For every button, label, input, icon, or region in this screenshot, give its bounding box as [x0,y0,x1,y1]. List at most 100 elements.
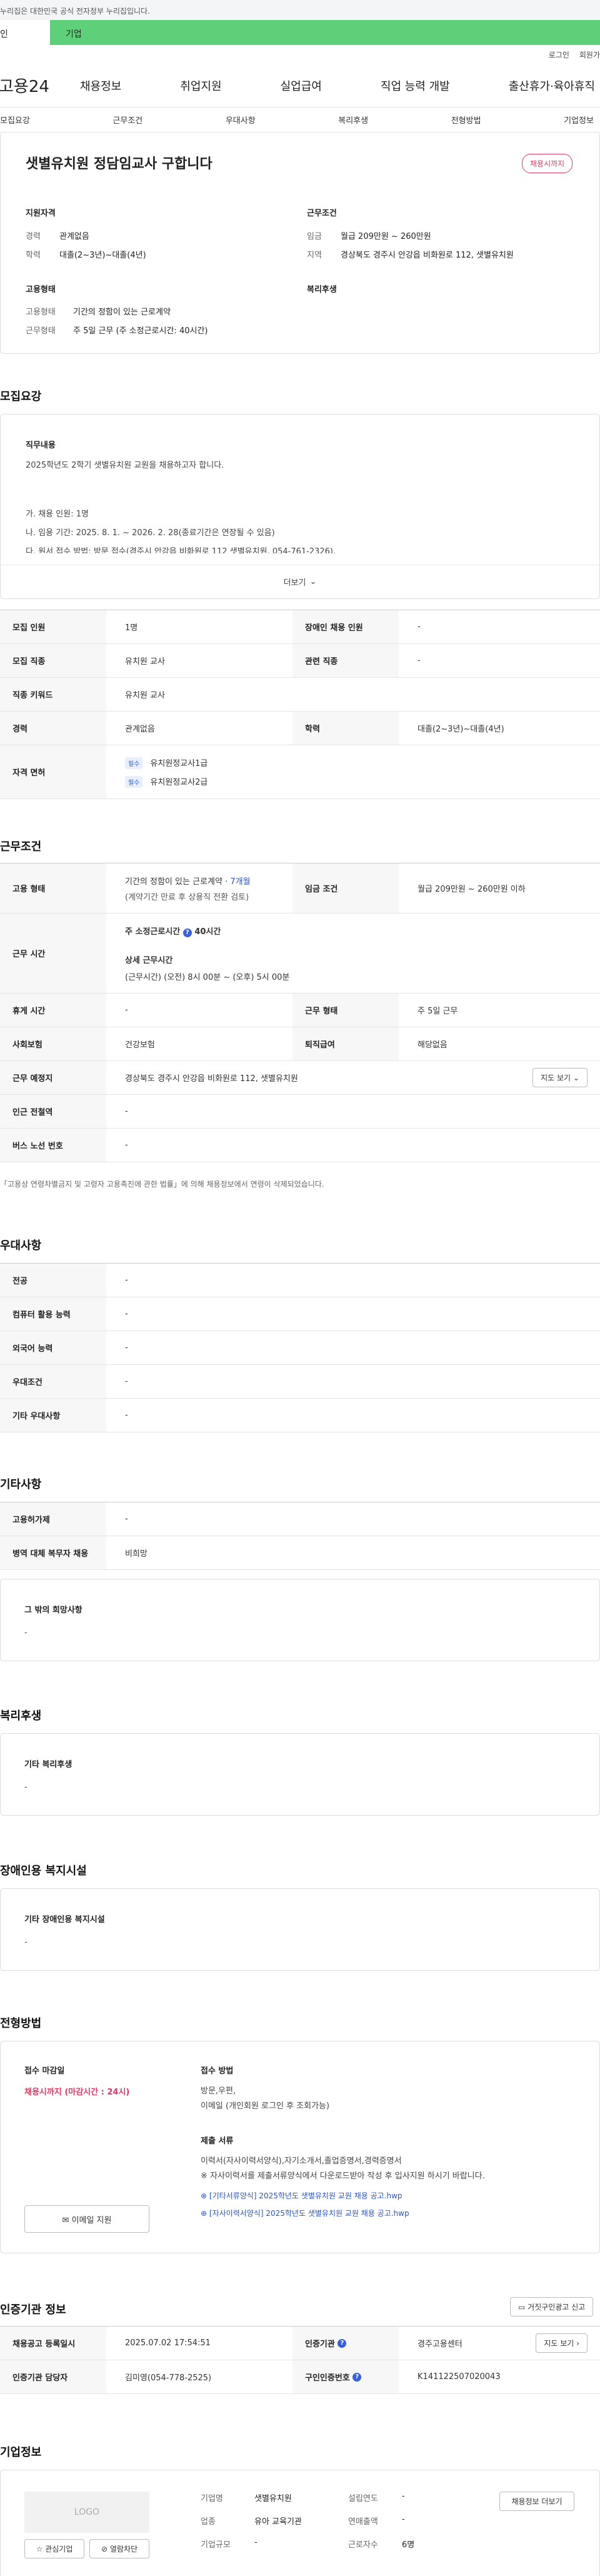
anchor-pref[interactable]: 우대사항 [226,114,256,126]
gnb-item[interactable]: 직업 능력 개발 [381,78,450,94]
info-icon[interactable]: ? [352,2372,362,2382]
welfare-key: 기타 복리후생 [24,1760,72,1769]
gnb-item[interactable]: 취업지원 [180,78,221,94]
login-link[interactable]: 로그인 [549,49,569,60]
form-value: 주 5일 근무 (주 소정근로시간: 40시간) [73,326,208,336]
download-icon: ⊕ [201,2191,208,2200]
method-value: 이메일 (개인회원 로그인 후 조회가능) [201,2101,330,2111]
tab-corp[interactable]: 기업 [50,20,600,45]
hours-value: 40시간 [194,927,221,937]
contract-period: 7개월 [230,877,251,887]
docs-key: 제출 서류 [201,2136,234,2146]
cell-key: 경력 [0,712,106,745]
company-title: 기업정보 [0,2446,42,2459]
detail-hours-value: (근무시간) (오전) 8시 00분 ~ (오후) 5시 00분 [125,972,290,982]
chevron-down-icon: ⌄ [572,1074,579,1082]
block-button[interactable]: ⊘ 열람차단 [89,2539,149,2558]
agency-map-label: 지도 보기 [544,2339,574,2348]
map-button[interactable]: 지도 보기 ⌄ [532,1068,588,1087]
cert-no-key: 구인인증번호 [305,2373,350,2383]
star-icon: ☆ [36,2545,43,2553]
global-nav: 고용24 채용정보 취업지원 실업급여 직업 능력 개발 출산휴가·육아휴직 [0,64,600,108]
pref-table: 전공 - 컴퓨터 활용 능력 - 외국어 능력 - 우대조건 - 기타 우대사항 - [0,1263,600,1432]
info-icon[interactable]: ? [182,928,192,937]
deadline-value: 채용시까지 (마감시간 : 24시) [24,2088,130,2097]
cell-value: - [418,622,421,631]
cell-value: 해당없음 [418,1040,448,1050]
more-button[interactable]: 더보기 ⌄ [1,565,599,598]
disability-value: - [24,1938,28,1947]
anchor-welfare[interactable]: 복리후생 [338,114,368,126]
info-key: 기업규모 [201,2540,231,2550]
cell-value: 관계없음 [125,725,155,734]
cell-key: 자격 면허 [0,745,106,798]
cell-key: 인증기관 담당자 [0,2360,106,2393]
cell-key: 휴게 시간 [0,994,106,1027]
more-jobs-button[interactable]: 채용정보 더보기 [499,2492,574,2511]
anchor-company[interactable]: 기업정보 [564,114,594,126]
duty-line: 나. 임용 기간: 2025. 8. 1. ~ 2026. 2. 28(종료기간… [26,528,275,538]
gnb-item[interactable]: 출산휴가·육아휴직 [509,78,595,94]
method-key: 접수 방법 [201,2066,234,2076]
cell-key: 퇴직급여 [292,1027,399,1060]
career-key: 경력 [26,232,41,241]
duty-card: 직무내용 2025학년도 2학기 샛별유치원 교원을 채용하고자 합니다. 가.… [0,414,600,599]
fav-company-button[interactable]: ☆ 관심기업 [24,2539,84,2558]
file-link-label: [기타서류양식] 2025학년도 샛별유치원 교원 채용 공고.hwp [209,2191,402,2200]
gnb-item[interactable]: 실업급여 [281,78,322,94]
info-key: 기업명 [201,2494,223,2503]
more-label: 더보기 [283,578,306,588]
welfare-box: 기타 복리후생 - [0,1733,600,1816]
file-link[interactable]: ⊕ [기타서류양식] 2025학년도 샛별유치원 교원 채용 공고.hwp [201,2190,402,2201]
disability-box: 기타 장애인용 복지시설 - [0,1888,600,1971]
agency-title: 인증기관 정보 [0,2303,66,2317]
disability-key: 기타 장애인용 복지시설 [24,1915,105,1924]
anchor-recruit[interactable]: 모집요강 [0,114,30,126]
join-link[interactable]: 회원가 [579,49,600,60]
gnb-item[interactable]: 채용정보 [80,78,121,94]
chevron-right-icon: › [576,2339,579,2348]
cell-key: 임금 조건 [292,863,399,913]
anchor-work[interactable]: 근무조건 [112,114,142,126]
map-button-label: 지도 보기 [541,1074,571,1082]
cell-value: - [125,1140,128,1150]
cell-value: - [125,1514,128,1524]
cell-key: 외국어 능력 [0,1331,106,1364]
duty-line: 2025학년도 2학기 샛별유치원 교원을 채용하고자 합니다. [26,461,224,470]
career-value: 관계없음 [59,232,89,241]
cell-key: 버스 노선 번호 [0,1129,106,1162]
pref-title: 우대사항 [0,1239,42,1252]
welfare-heading: 복리후생 [307,285,337,294]
info-value: - [254,2538,258,2547]
info-icon[interactable]: ? [338,2338,347,2348]
company-box: LOGO ☆ 관심기업 ⊘ 열람차단 기업명 샛별유치원 설립연도 - 업종 유아 교육… [0,2470,600,2576]
file-link[interactable]: ⊕ [자사이력서양식] 2025학년도 샛별유치원 교원 채용 공고.hwp [201,2208,409,2218]
type-key: 고용형태 [26,308,56,317]
cell-key: 근무 예정지 [0,1061,106,1094]
email-apply-button[interactable]: ✉ 이메일 지원 [24,2205,149,2233]
cell-key: 근무 시간 [0,913,106,993]
cell-key: 구인인증번호 ? [292,2360,399,2393]
file-link-label: [자사이력서양식] 2025학년도 샛별유치원 교원 채용 공고.hwp [209,2209,409,2218]
type-value: 기간의 정함이 있는 근로계약 [73,308,171,317]
area-key: 지역 [307,251,322,260]
work-table: 고용 형태 기간의 정함이 있는 근로계약 · 7개월 (계약기간 만료 후 상… [0,863,600,1162]
cell-key: 컴퓨터 활용 능력 [0,1297,106,1331]
download-icon: ⊕ [201,2209,208,2218]
cell-key: 근무 형태 [292,994,399,1027]
agency-table: 채용공고 등록일시 2025.07.02 17:54:51 인증기관 ? 경주고용센터… [0,2326,600,2394]
area-value: 경상북도 경주시 안강읍 비화원로 112, 샛별유치원 [341,251,514,260]
welfare-title: 복리후생 [0,1709,42,1723]
report-button-label: 거짓구인광고 신고 [528,2303,586,2312]
agency-map-button[interactable]: 지도 보기 › [536,2333,588,2353]
detail-hours-label: 상세 근무시간 [125,955,173,965]
site-logo[interactable]: 고용24 [0,74,55,97]
tab-person[interactable]: 인 [0,20,50,45]
cell-value: 건강보험 [125,1040,155,1050]
cell-key: 고용허가제 [0,1502,106,1536]
info-key: 설립연도 [348,2494,378,2503]
cell-value: 대졸(2~3년)~대졸(4년) [418,725,504,734]
report-button[interactable]: ▭ 거짓구인광고 신고 [510,2297,594,2317]
anchor-screen[interactable]: 전형방법 [451,114,481,126]
duty-line: 다. 원서 접수 방법: 방문 접수(경주시 안강읍 비화원로 112 샛별유치… [26,547,336,553]
